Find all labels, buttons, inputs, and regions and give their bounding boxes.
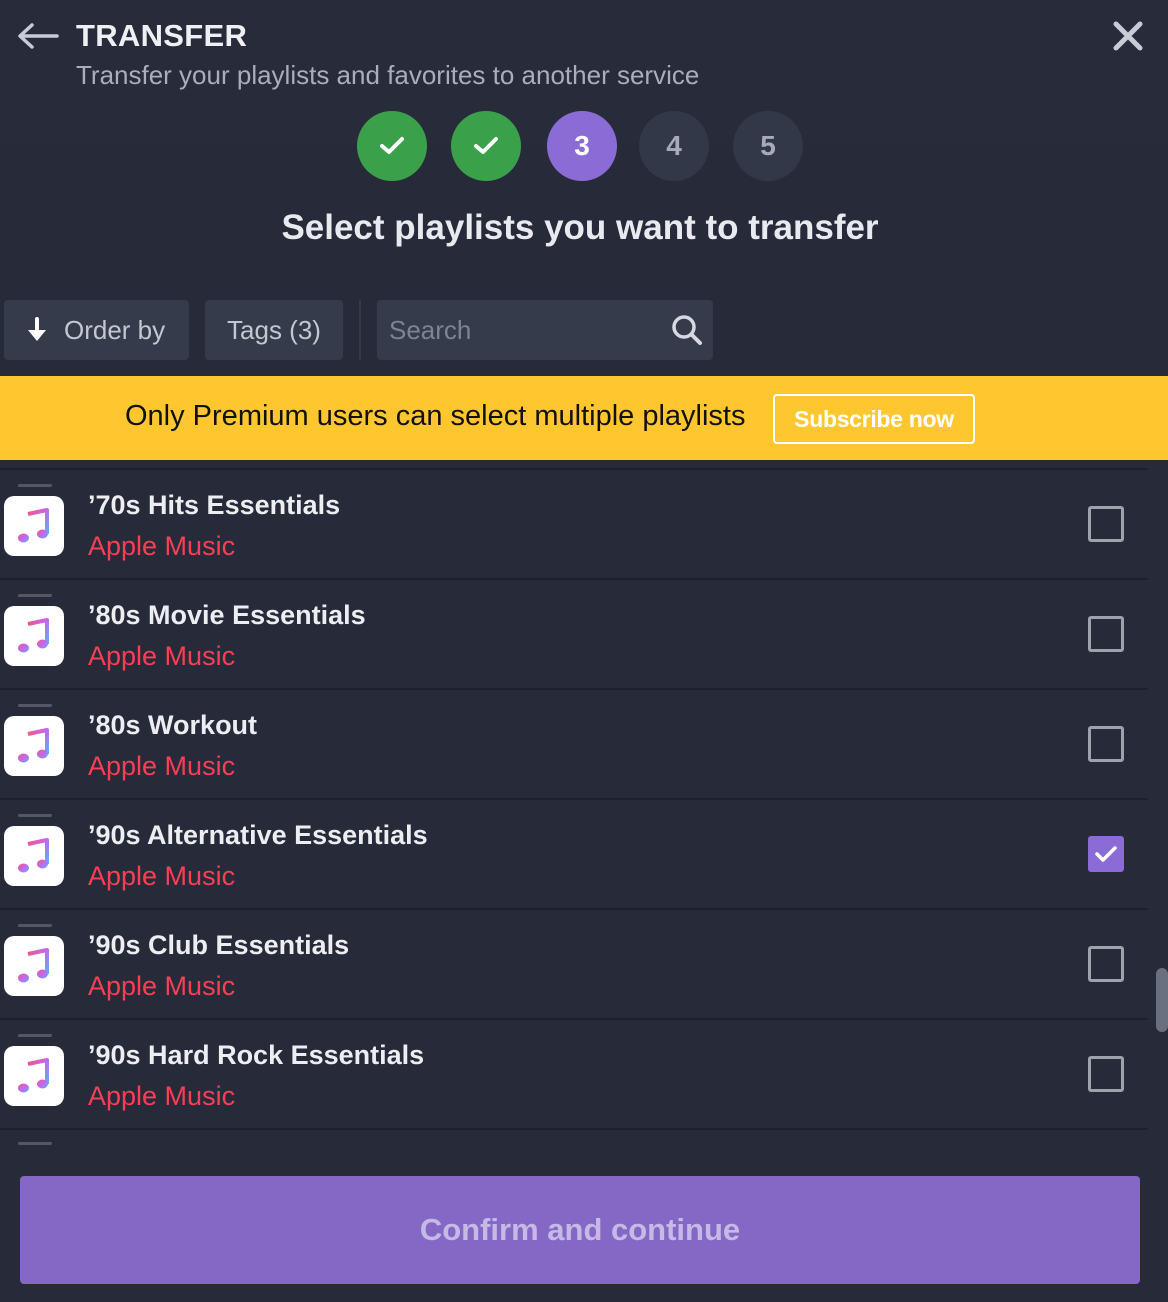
search-input[interactable] — [377, 300, 667, 360]
search-box — [377, 300, 713, 360]
page-title: TRANSFER — [76, 18, 248, 53]
playlist-name: ’90s Club Essentials — [88, 930, 350, 960]
scrollbar-thumb[interactable] — [1156, 968, 1168, 1032]
page-subtitle: Transfer your playlists and favorites to… — [76, 60, 700, 90]
step-5: 5 — [733, 111, 803, 181]
order-by-button[interactable]: Order by — [4, 300, 189, 360]
drag-handle — [18, 594, 52, 597]
playlist-row[interactable]: ’90s Hard Rock Essentials Apple Music — [0, 1018, 1148, 1128]
step-1 — [357, 111, 427, 181]
playlist-source: Apple Music — [88, 971, 236, 1001]
drag-handle — [18, 1142, 52, 1145]
search-icon[interactable] — [671, 314, 703, 346]
playlist-row[interactable]: ’90s Club Essentials Apple Music — [0, 908, 1148, 1018]
playlist-row[interactable]: ’70s Hits Essentials Apple Music — [0, 468, 1148, 578]
apple-music-icon — [4, 936, 64, 996]
step-3: 3 — [547, 111, 617, 181]
premium-banner: Only Premium users can select multiple p… — [0, 376, 1168, 460]
apple-music-icon — [4, 826, 64, 886]
list-row-partial — [0, 1128, 1148, 1148]
drag-handle — [18, 814, 52, 817]
playlist-source: Apple Music — [88, 641, 236, 671]
drag-handle — [18, 704, 52, 707]
playlist-name: ’70s Hits Essentials — [88, 490, 341, 520]
playlist-source: Apple Music — [88, 861, 236, 891]
playlist-source: Apple Music — [88, 1081, 236, 1111]
playlist-name: ’80s Movie Essentials — [88, 600, 366, 630]
toolbar: Order by Tags (3) — [0, 300, 1168, 360]
arrow-left-icon — [18, 23, 59, 49]
playlist-name: ’80s Workout — [88, 710, 258, 740]
apple-music-icon — [4, 496, 64, 556]
step-4: 4 — [639, 111, 709, 181]
apple-music-icon — [4, 606, 64, 666]
arrow-down-icon — [28, 317, 46, 341]
playlist-row[interactable]: ’90s Alternative Essentials Apple Music — [0, 798, 1148, 908]
subscribe-button[interactable]: Subscribe now — [773, 394, 975, 444]
playlist-checkbox[interactable] — [1088, 726, 1124, 762]
premium-banner-text: Only Premium users can select multiple p… — [125, 400, 746, 432]
back-button[interactable] — [16, 20, 60, 52]
scrollbar[interactable] — [1152, 468, 1168, 1160]
checkmark-icon — [380, 137, 404, 154]
playlist-list: ’70s Hits Essentials Apple Music ’80s Movi… — [0, 468, 1148, 1160]
checkmark-icon — [1095, 846, 1117, 862]
playlist-source: Apple Music — [88, 531, 236, 561]
close-button[interactable] — [1110, 18, 1146, 54]
close-icon — [1113, 21, 1143, 51]
tags-button[interactable]: Tags (3) — [205, 300, 343, 360]
playlist-row[interactable]: ’80s Movie Essentials Apple Music — [0, 578, 1148, 688]
playlist-name: ’90s Alternative Essentials — [88, 820, 428, 850]
playlist-checkbox[interactable] — [1088, 1056, 1124, 1092]
checkmark-icon — [474, 137, 498, 154]
drag-handle — [18, 484, 52, 487]
playlist-checkbox[interactable] — [1088, 836, 1124, 872]
toolbar-divider — [359, 300, 361, 360]
playlist-checkbox[interactable] — [1088, 616, 1124, 652]
playlist-name: ’90s Hard Rock Essentials — [88, 1040, 425, 1070]
drag-handle — [18, 1034, 52, 1037]
playlist-checkbox[interactable] — [1088, 946, 1124, 982]
playlist-checkbox[interactable] — [1088, 506, 1124, 542]
apple-music-icon — [4, 1046, 64, 1106]
apple-music-icon — [4, 716, 64, 776]
playlist-source: Apple Music — [88, 751, 236, 781]
drag-handle — [18, 924, 52, 927]
confirm-button[interactable]: Confirm and continue — [20, 1176, 1140, 1284]
order-by-label: Order by — [64, 314, 166, 345]
section-heading: Select playlists you want to transfer — [281, 208, 879, 247]
step-2 — [451, 111, 521, 181]
playlist-row[interactable]: ’80s Workout Apple Music — [0, 688, 1148, 798]
tags-label: Tags (3) — [227, 314, 321, 345]
